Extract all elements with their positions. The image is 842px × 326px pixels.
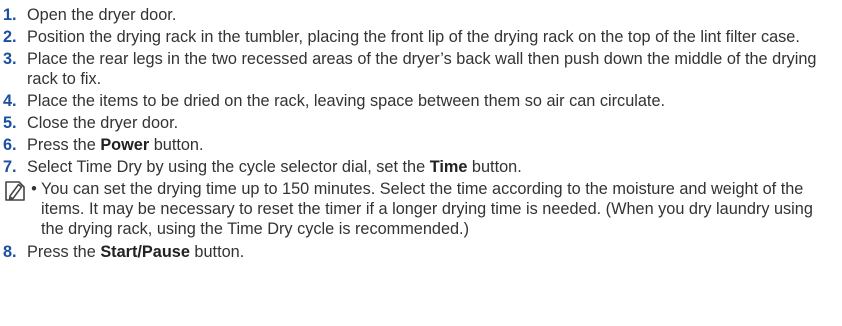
note-block: • You can set the drying time up to 150 … [3, 179, 842, 239]
step-2: 2. Position the drying rack in the tumbl… [3, 27, 842, 47]
power-button-label: Power [100, 136, 150, 154]
step-text-pre: Press the [27, 136, 101, 154]
step-text: Place the items to be dried on the rack,… [27, 92, 666, 110]
step-number: 1. [3, 6, 17, 24]
step-text-post: button. [467, 158, 522, 176]
step-text-post: button. [189, 243, 245, 261]
step-number: 8. [3, 243, 17, 261]
step-4: 4. Place the items to be dried on the ra… [3, 91, 842, 111]
step-number: 2. [3, 28, 17, 46]
step-text-pre: Press the [27, 243, 101, 261]
step-text-pre: Select Time Dry by using the cycle selec… [27, 158, 430, 176]
step-text: Position the drying rack in the tumbler,… [27, 28, 800, 46]
note-bullet: • [31, 180, 37, 198]
time-button-label: Time [429, 158, 468, 176]
step-number: 3. [3, 50, 17, 68]
step-text: Select Time Dry by using the cycle selec… [27, 157, 842, 177]
step-text-post: button. [149, 136, 204, 154]
instruction-list: 1. Open the dryer door. 2. Position the … [0, 0, 842, 262]
step-7: 7. Select Time Dry by using the cycle se… [3, 157, 842, 177]
step-number: 5. [3, 114, 17, 132]
step-text: Press the Start/Pause button. [27, 242, 842, 262]
step-text: Close the dryer door. [27, 114, 179, 132]
step-3: 3. Place the rear legs in the two recess… [3, 49, 842, 89]
step-5: 5. Close the dryer door. [3, 113, 842, 133]
step-number: 7. [3, 158, 17, 176]
step-text: Place the rear legs in the two recessed … [27, 50, 817, 88]
step-number: 6. [3, 136, 17, 154]
step-text: Press the Power button. [27, 135, 842, 155]
note-text: You can set the drying time up to 150 mi… [41, 180, 813, 238]
note-pencil-icon [3, 179, 27, 203]
step-1: 1. Open the dryer door. [3, 5, 842, 25]
step-number: 4. [3, 92, 17, 110]
start-pause-button-label: Start/Pause [100, 243, 190, 261]
step-6: 6. Press the Power button. [3, 135, 842, 155]
step-8: 8. Press the Start/Pause button. [3, 242, 842, 262]
step-text: Open the dryer door. [27, 6, 177, 24]
